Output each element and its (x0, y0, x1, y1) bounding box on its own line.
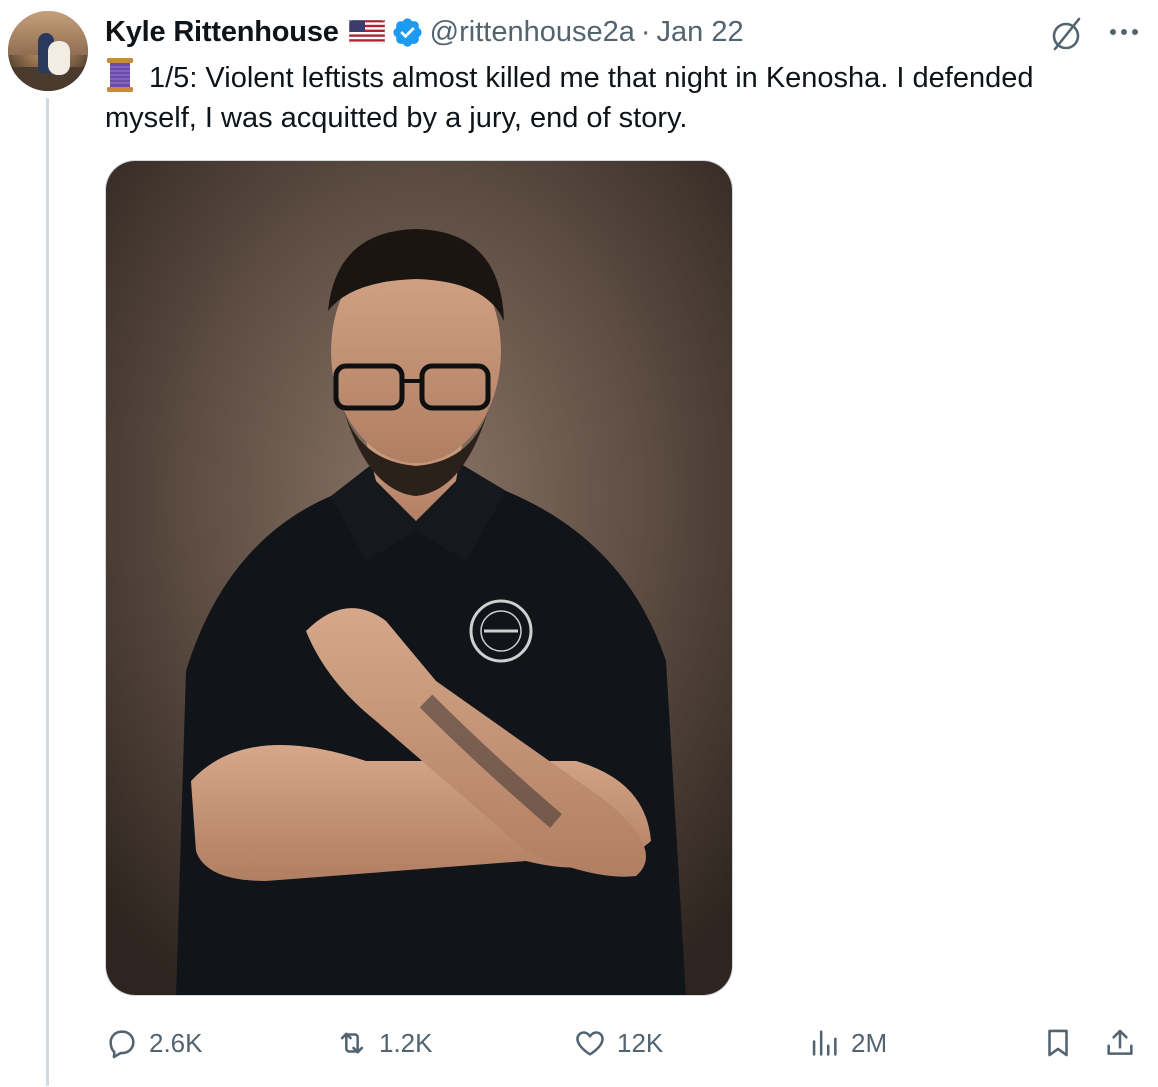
tweet-date[interactable]: Jan 22 (657, 16, 744, 49)
tweet-text-container: 1/5: Violent leftists almost killed me t… (105, 57, 1125, 138)
share-button[interactable] (1103, 1020, 1137, 1066)
us-flag-emoji (348, 20, 385, 44)
views-icon (812, 1030, 837, 1056)
bookmark-button[interactable] (1041, 1020, 1075, 1066)
verified-badge-icon[interactable] (391, 16, 424, 49)
repost-icon (340, 1032, 364, 1054)
avatar[interactable] (8, 11, 88, 91)
tweet-text: 1/5: Violent leftists almost killed me t… (105, 62, 1034, 134)
reply-button[interactable]: 2.6K (105, 1020, 203, 1066)
author-handle[interactable]: @rittenhouse2a (430, 16, 635, 49)
tweet-header: Kyle Rittenhouse @rittenhouse2a · Jan 22 (105, 14, 744, 50)
author-name[interactable]: Kyle Rittenhouse (105, 16, 339, 49)
like-button[interactable]: 12K (573, 1020, 663, 1066)
view-count: 2M (851, 1027, 888, 1058)
tweet-photo[interactable] (105, 160, 733, 996)
repost-count: 1.2K (379, 1027, 433, 1058)
repost-button[interactable]: 1.2K (335, 1020, 433, 1066)
reply-count: 2.6K (149, 1027, 203, 1058)
share-icon (1107, 1029, 1133, 1055)
views-button[interactable]: 2M (807, 1020, 887, 1066)
thread-connector-line (46, 98, 49, 1086)
header-separator: · (640, 15, 651, 48)
like-count: 12K (617, 1027, 664, 1058)
bookmark-icon (1048, 1029, 1068, 1057)
like-icon (576, 1031, 604, 1056)
reply-icon (109, 1030, 135, 1059)
grok-icon[interactable] (1046, 14, 1086, 54)
thread-spool-emoji (107, 58, 133, 92)
more-icon[interactable] (1104, 14, 1144, 50)
tweet-actions: 2.6K 1.2K 12K 2M (105, 1020, 1150, 1066)
